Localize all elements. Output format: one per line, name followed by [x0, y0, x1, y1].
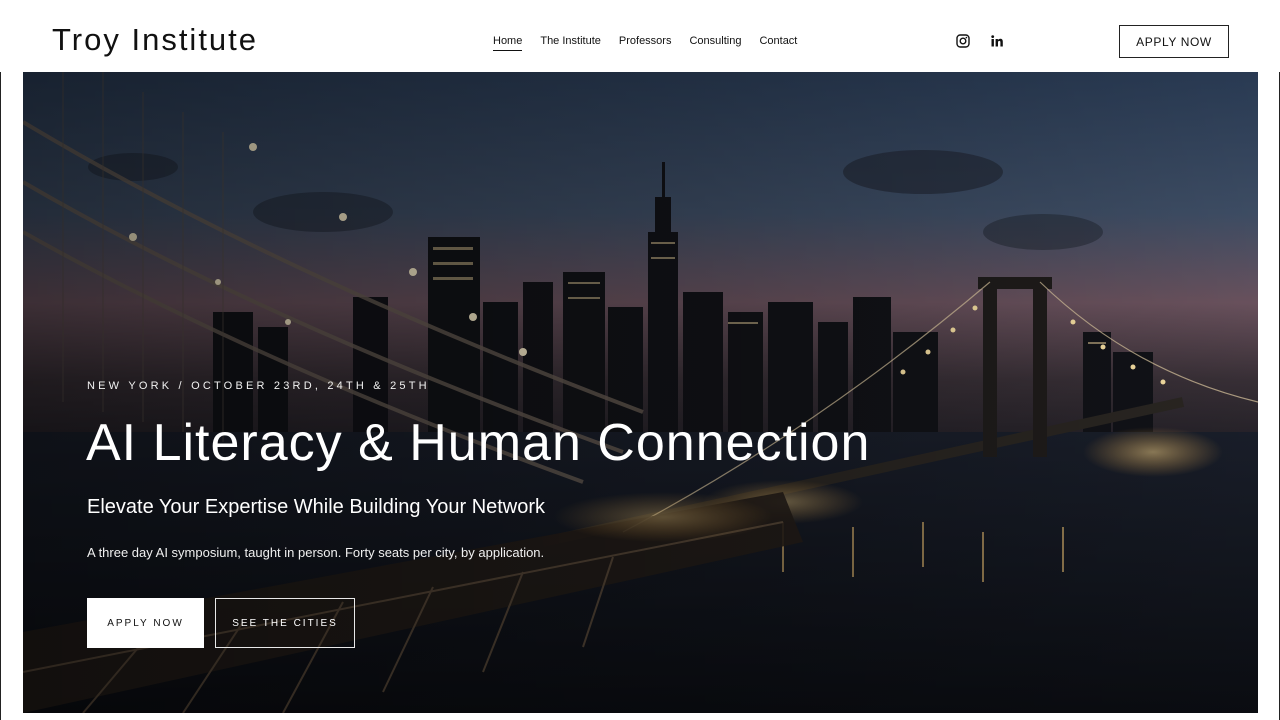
hero-overlay: [23, 72, 1258, 713]
hero-description: A three day AI symposium, taught in pers…: [87, 545, 545, 560]
linkedin-icon[interactable]: [990, 34, 1004, 48]
header-apply-button[interactable]: APPLY NOW: [1119, 25, 1229, 58]
hero-section: NEW YORK / OCTOBER 23RD, 24TH & 25TH AI …: [23, 72, 1258, 713]
site-logo[interactable]: Troy Institute: [52, 22, 258, 58]
hero-headline: AI Literacy & Human Connection: [86, 414, 871, 472]
social-links: [956, 34, 1004, 48]
main-nav: Home The Institute Professors Consulting…: [493, 35, 797, 51]
nav-item-professors[interactable]: Professors: [619, 35, 672, 51]
nav-item-consulting[interactable]: Consulting: [689, 35, 741, 51]
nav-item-the-institute[interactable]: The Institute: [540, 35, 601, 51]
event-date-eyebrow: NEW YORK / OCTOBER 23RD, 24TH & 25TH: [87, 380, 430, 392]
site-header: Troy Institute Home The Institute Profes…: [0, 0, 1280, 72]
see-cities-button[interactable]: SEE THE CITIES: [215, 598, 355, 648]
instagram-icon[interactable]: [956, 34, 970, 48]
nav-item-contact[interactable]: Contact: [759, 35, 797, 51]
nav-item-home[interactable]: Home: [493, 35, 523, 51]
hero-subheadline: Elevate Your Expertise While Building Yo…: [87, 496, 546, 518]
hero-apply-button[interactable]: APPLY NOW: [87, 598, 204, 648]
